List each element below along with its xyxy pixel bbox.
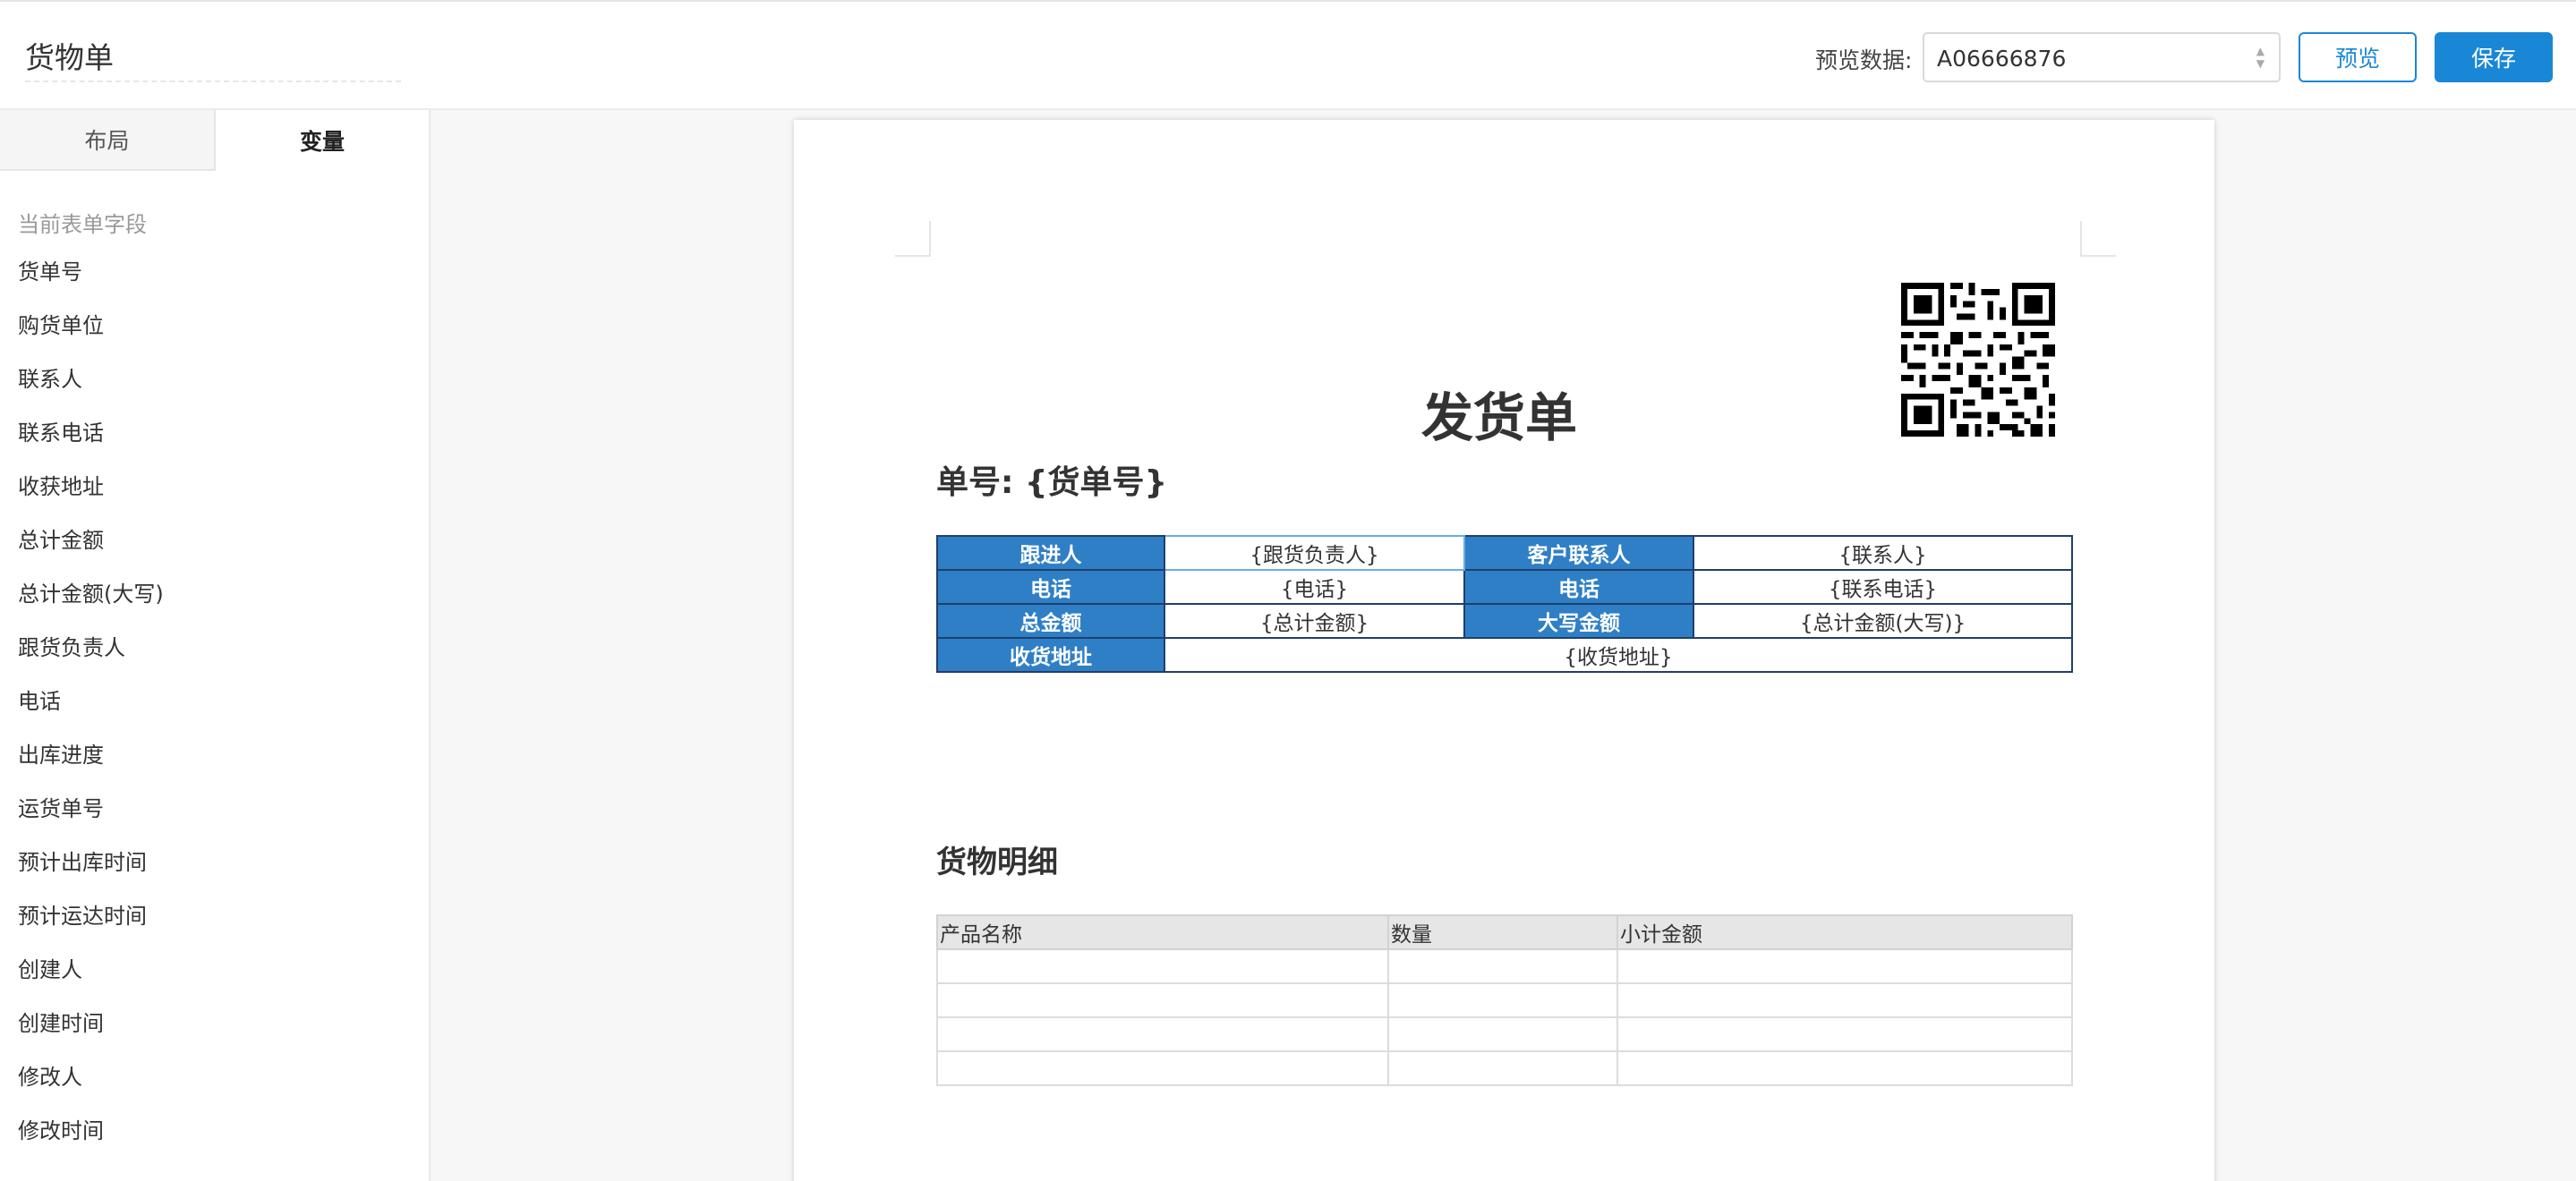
table-cell[interactable]: 收货地址	[936, 637, 1165, 673]
field-item[interactable]: 总计金额(大写)	[18, 581, 164, 634]
field-item[interactable]: 购货单位	[18, 312, 164, 366]
table-cell[interactable]	[1387, 948, 1618, 984]
field-item[interactable]: 跟货负责人	[18, 634, 164, 688]
column-header[interactable]: 数量	[1387, 914, 1618, 950]
table-cell[interactable]	[1387, 1016, 1618, 1052]
preview-button[interactable]: 预览	[2299, 32, 2417, 82]
table-row	[936, 1050, 2073, 1086]
field-item[interactable]: 联系电话	[18, 420, 164, 473]
preview-data-select[interactable]: A06666876 ▲ ▼	[1923, 32, 2281, 82]
detail-section-title[interactable]: 货物明细	[936, 837, 1058, 881]
info-table[interactable]: 跟进人 {跟货负责人} 客户联系人 {联系人} 电话 {电话} 电话 {联系电话…	[936, 535, 2073, 673]
table-row: 电话 {电话} 电话 {联系电话}	[936, 569, 2073, 605]
table-cell[interactable]: {联系人}	[1693, 535, 2073, 571]
table-cell[interactable]: {总计金额(大写)}	[1693, 603, 2073, 639]
qr-code-icon[interactable]	[1901, 283, 2055, 437]
field-item[interactable]: 收获地址	[18, 473, 164, 527]
field-item[interactable]: 修改时间	[18, 1117, 164, 1171]
table-cell[interactable]: {电话}	[1164, 569, 1465, 605]
table-cell[interactable]	[1387, 982, 1618, 1018]
table-cell[interactable]	[936, 948, 1389, 984]
table-cell[interactable]	[936, 982, 1389, 1018]
table-row: 跟进人 {跟货负责人} 客户联系人 {联系人}	[936, 535, 2073, 571]
table-row	[936, 948, 2073, 984]
document-number[interactable]: 单号: {货单号}	[936, 456, 1167, 503]
sidebar-tabs: 布局 变量	[0, 110, 429, 171]
field-item[interactable]: 预计运达时间	[18, 903, 164, 956]
field-item[interactable]: 运货单号	[18, 795, 164, 849]
table-cell[interactable]	[936, 1016, 1389, 1052]
sidebar: 布局 变量 当前表单字段 货单号 购货单位 联系人 联系电话 收获地址 总计金额…	[0, 110, 431, 1181]
field-item[interactable]: 创建人	[18, 956, 164, 1010]
table-cell[interactable]	[1616, 948, 2073, 984]
table-cell[interactable]: 客户联系人	[1463, 535, 1694, 571]
margin-corner-top-right	[2080, 221, 2116, 257]
table-header-row: 产品名称 数量 小计金额	[936, 914, 2073, 950]
field-item[interactable]: 出库进度	[18, 742, 164, 795]
field-item[interactable]: 预计出库时间	[18, 849, 164, 903]
table-cell[interactable]: 电话	[936, 569, 1165, 605]
select-arrows-icon: ▲ ▼	[2256, 45, 2265, 70]
field-item[interactable]: 货单号	[18, 259, 164, 312]
table-row: 总金额 {总计金额} 大写金额 {总计金额(大写)}	[936, 603, 2073, 639]
table-cell[interactable]	[1616, 982, 2073, 1018]
page-title[interactable]: 货物单	[25, 34, 114, 77]
tab-layout[interactable]: 布局	[0, 110, 216, 171]
table-row	[936, 982, 2073, 1018]
document-title[interactable]: 发货单	[1378, 376, 1620, 451]
table-cell[interactable]: 大写金额	[1463, 603, 1694, 639]
table-cell[interactable]: {收货地址}	[1164, 637, 2073, 673]
save-button[interactable]: 保存	[2435, 32, 2553, 82]
top-header: 货物单 预览数据: A06666876 ▲ ▼ 预览 保存	[0, 0, 2576, 110]
table-cell[interactable]: 跟进人	[936, 535, 1165, 571]
table-cell[interactable]: {跟货负责人}	[1164, 535, 1465, 571]
preview-data-label: 预览数据:	[1815, 47, 1913, 73]
table-row	[936, 1016, 2073, 1052]
field-item[interactable]: 总计金额	[18, 527, 164, 581]
field-item[interactable]: 创建时间	[18, 1010, 164, 1064]
table-cell[interactable]: 总金额	[936, 603, 1165, 639]
table-cell[interactable]: 电话	[1463, 569, 1694, 605]
table-cell[interactable]	[1387, 1050, 1618, 1086]
title-underline	[25, 81, 401, 82]
table-row: 收货地址 {收货地址}	[936, 637, 2073, 673]
preview-data-value: A06666876	[1937, 46, 2067, 72]
tab-variables[interactable]: 变量	[216, 110, 429, 171]
field-item[interactable]: 联系人	[18, 366, 164, 420]
field-item[interactable]: 修改人	[18, 1064, 164, 1117]
detail-table[interactable]: 产品名称 数量 小计金额	[936, 914, 2073, 1086]
section-label: 当前表单字段	[18, 212, 147, 237]
column-header[interactable]: 小计金额	[1616, 914, 2073, 950]
field-item[interactable]: 电话	[18, 688, 164, 742]
table-cell[interactable]	[936, 1050, 1389, 1086]
field-list: 货单号 购货单位 联系人 联系电话 收获地址 总计金额 总计金额(大写) 跟货负…	[18, 259, 164, 1171]
margin-corner-top-left	[895, 221, 931, 257]
table-cell[interactable]	[1616, 1050, 2073, 1086]
table-cell[interactable]	[1616, 1016, 2073, 1052]
table-cell[interactable]: {联系电话}	[1693, 569, 2073, 605]
table-cell[interactable]: {总计金额}	[1164, 603, 1465, 639]
column-header[interactable]: 产品名称	[936, 914, 1389, 950]
